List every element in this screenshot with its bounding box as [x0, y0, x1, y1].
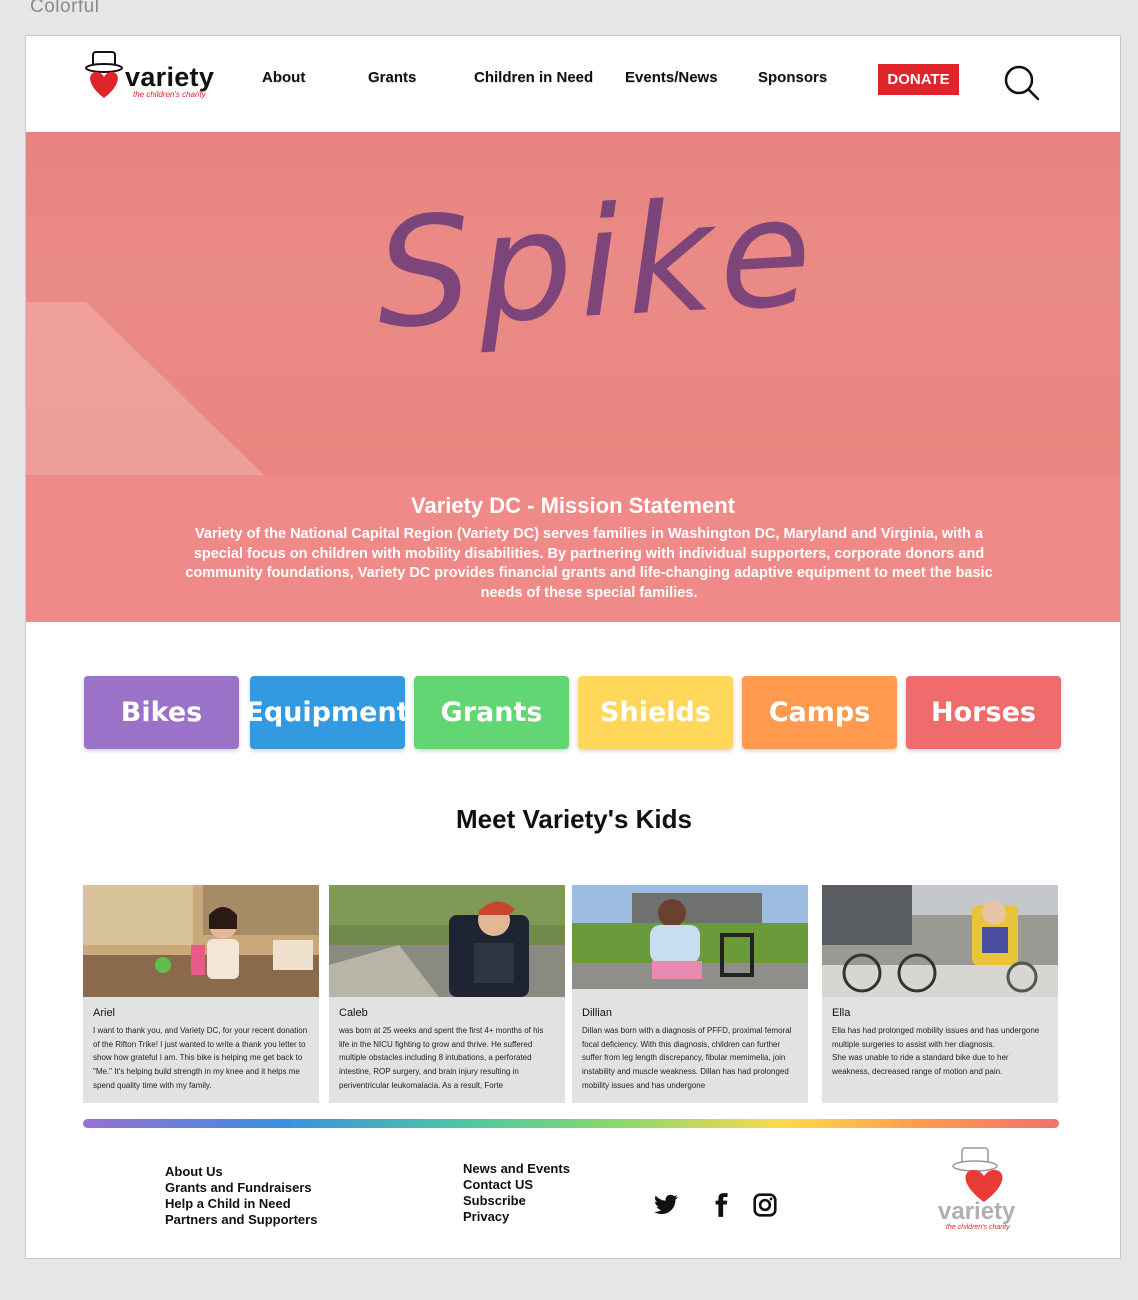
tape-shape: [26, 302, 266, 477]
logo-wordmark: variety: [125, 62, 215, 92]
kid-story: Dillan was born with a diagnosis of PFFD…: [582, 1026, 792, 1090]
kid-photo: [83, 885, 319, 997]
logo-tagline: the children's charity: [133, 90, 206, 99]
nav-events-news[interactable]: Events/News: [625, 69, 718, 86]
search-icon[interactable]: [1003, 64, 1041, 102]
kid-name: Ariel: [93, 1007, 116, 1019]
kid-photo: [329, 885, 565, 997]
kid-story: was born at 25 weeks and spent the first…: [339, 1026, 544, 1090]
kid-story: I want to thank you, and Variety DC, for…: [93, 1026, 308, 1090]
footer-link-partners[interactable]: Partners and Supporters: [165, 1212, 317, 1227]
nav-grants[interactable]: Grants: [368, 69, 416, 86]
nav-sponsors[interactable]: Sponsors: [758, 69, 827, 86]
kid-photo: [822, 885, 1058, 997]
footer-link-contact[interactable]: Contact US: [463, 1177, 533, 1192]
kids-section-title: Meet Variety's Kids: [456, 804, 692, 834]
variety-logo[interactable]: variety the children's charity: [83, 50, 233, 102]
instagram-icon[interactable]: [752, 1192, 778, 1218]
footer-link-grants-fundraisers[interactable]: Grants and Fundraisers: [165, 1180, 312, 1195]
hero-handwriting: Spike: [371, 165, 822, 363]
category-equipment-button[interactable]: Equipment: [245, 676, 410, 749]
rainbow-divider: [83, 1119, 1059, 1128]
category-horses-button[interactable]: Horses: [906, 676, 1061, 749]
category-grants-button[interactable]: Grants: [414, 676, 569, 749]
footer-variety-logo[interactable]: variety the children's charity: [934, 1144, 1034, 1232]
mission-statement: Variety of the National Capital Region (…: [185, 526, 993, 601]
donate-button[interactable]: DONATE: [878, 64, 959, 95]
kid-name: Ella: [832, 1007, 851, 1019]
footer-link-news-events[interactable]: News and Events: [463, 1161, 570, 1176]
category-shields-button[interactable]: Shields: [578, 676, 733, 749]
kid-story: Ella has had prolonged mobility issues a…: [832, 1026, 1040, 1077]
nav-about[interactable]: About: [262, 69, 305, 86]
facebook-icon[interactable]: [708, 1192, 734, 1218]
footer-link-help-a-child[interactable]: Help a Child in Need: [165, 1196, 291, 1211]
kid-card-dillian[interactable]: Dillian Dillan was born with a diagnosis…: [572, 885, 808, 1103]
mission-title: Variety DC - Mission Statement: [411, 493, 735, 518]
footer-link-subscribe[interactable]: Subscribe: [463, 1193, 526, 1208]
footer-logo-wordmark: variety: [938, 1198, 1016, 1225]
kid-name: Dillian: [582, 1007, 612, 1019]
hero-banner: Spike Variety DC - Mission Statement Var…: [26, 132, 1120, 622]
artboard-label: Colorful: [30, 0, 100, 17]
footer-link-privacy[interactable]: Privacy: [463, 1209, 509, 1224]
category-camps-button[interactable]: Camps: [742, 676, 897, 749]
footer-logo-tagline: the children's charity: [946, 1224, 1010, 1231]
kid-card-caleb[interactable]: Caleb was born at 25 weeks and spent the…: [329, 885, 565, 1103]
page: variety the children's charity About Gra…: [25, 35, 1121, 1259]
category-bikes-button[interactable]: Bikes: [84, 676, 239, 749]
footer-link-about-us[interactable]: About Us: [165, 1164, 223, 1179]
kid-photo: [572, 885, 808, 997]
kid-card-ella[interactable]: Ella Ella has had prolonged mobility iss…: [822, 885, 1058, 1103]
kid-name: Caleb: [339, 1007, 368, 1019]
twitter-icon[interactable]: [653, 1192, 679, 1218]
kid-card-ariel[interactable]: Ariel I want to thank you, and Variety D…: [83, 885, 319, 1103]
nav-children-in-need[interactable]: Children in Need: [474, 69, 593, 86]
